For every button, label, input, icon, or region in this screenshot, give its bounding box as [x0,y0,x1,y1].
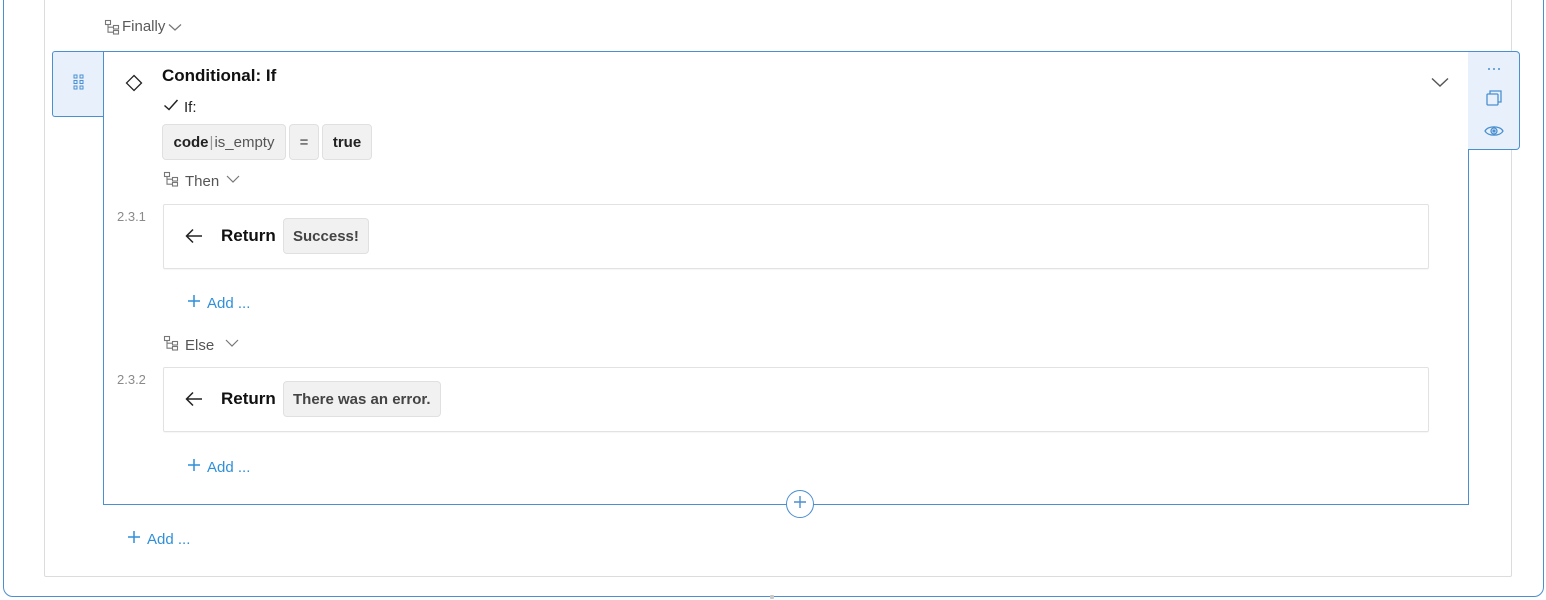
return-step-card[interactable]: Return There was an error. [163,367,1429,432]
plus-icon [127,530,141,548]
chevron-down-icon[interactable] [1430,74,1450,95]
condition-value-chip[interactable]: true [322,124,372,160]
return-keyword: Return [221,389,276,408]
condition-variable-chip[interactable]: code | is_empty [162,124,286,160]
else-label: Else [185,336,215,354]
chevron-down-icon [167,19,183,35]
variable-name: code [173,133,209,151]
else-branch-toggle[interactable]: Else [163,335,240,355]
return-keyword: Return [221,226,276,245]
then-label: Then [185,172,220,190]
add-step-button[interactable]: Add ... [187,294,250,312]
then-branch-toggle[interactable]: Then [163,171,241,191]
arrow-left-icon [184,390,204,413]
preview-button[interactable] [1482,121,1506,145]
filter-name: is_empty [214,133,275,151]
finally-section-toggle[interactable]: Finally [104,18,183,35]
plus-icon [187,294,201,312]
more-icon [1487,59,1501,77]
conditional-block [103,51,1469,505]
tree-icon [104,19,120,35]
copy-icon [1485,89,1503,112]
operator-text: = [299,133,309,151]
add-step-button[interactable]: Add ... [127,530,190,548]
return-value-chip[interactable]: There was an error. [283,381,441,417]
if-label: If: [184,98,197,116]
grip-icon [73,74,85,95]
condition-operator-chip[interactable]: = [289,124,319,160]
finally-label: Finally [122,18,166,35]
block-toolbar [1468,51,1520,150]
more-button[interactable] [1482,56,1506,80]
plus-icon [187,458,201,476]
resize-grip[interactable] [770,595,774,599]
duplicate-button[interactable] [1482,88,1506,112]
insert-step-button[interactable] [786,490,814,518]
add-label: Add ... [147,530,191,548]
chevron-down-icon [224,336,240,354]
eye-icon [1484,124,1504,143]
value-text: true [332,133,362,151]
add-step-button[interactable]: Add ... [187,458,250,476]
drag-handle[interactable] [52,51,104,117]
check-icon [163,98,179,116]
block-title: Conditional: If [162,66,277,85]
step-number: 2.3.2 [117,372,146,387]
if-header: If: [163,98,197,116]
diamond-icon [124,73,144,98]
return-value-chip[interactable]: Success! [283,218,369,254]
tree-icon [163,335,179,355]
add-label: Add ... [207,294,251,312]
arrow-left-icon [184,227,204,250]
chevron-down-icon [225,172,241,190]
add-label: Add ... [207,458,251,476]
step-number: 2.3.1 [117,209,146,224]
tree-icon [163,171,179,191]
plus-icon [793,495,807,514]
return-step-card[interactable]: Return Success! [163,204,1429,269]
